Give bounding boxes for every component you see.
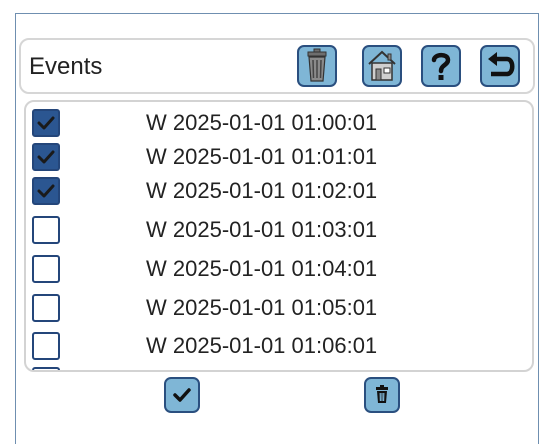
event-checkbox[interactable] (32, 255, 60, 283)
delete-all-button[interactable] (297, 45, 337, 87)
list-item[interactable]: W 2025-01-01 01:01:01 (26, 140, 532, 174)
checkmark-icon (37, 150, 55, 164)
event-text: W 2025-01-01 01:02:01 (146, 178, 378, 203)
checkmark-icon (37, 116, 55, 130)
page-title: Events (29, 53, 103, 80)
home-icon (368, 50, 396, 81)
delete-selected-button[interactable] (364, 377, 400, 413)
back-button[interactable] (480, 45, 520, 87)
list-item[interactable]: W 2025-01-01 01:05:01 (26, 291, 532, 325)
checkmark-icon (37, 184, 55, 198)
list-item[interactable]: W 2025-01-01 01:00:01 (26, 106, 532, 140)
event-text: W 2025-01-01 01:01:01 (146, 144, 378, 169)
help-button[interactable] (421, 45, 461, 87)
list-item[interactable]: W 2025-01-01 01:04:01 (26, 252, 532, 286)
list-item[interactable]: W 2025-01-01 01:02:01 (26, 174, 532, 208)
event-checkbox[interactable] (32, 294, 60, 322)
event-checkbox[interactable] (32, 143, 60, 171)
checkmark-icon (173, 388, 191, 402)
event-text: W 2025-01-01 01:05:01 (146, 295, 378, 320)
back-arrow-icon (488, 52, 515, 77)
event-checkbox[interactable] (32, 216, 60, 244)
question-mark-icon (431, 52, 451, 80)
event-checkbox[interactable] (32, 109, 60, 137)
event-list[interactable]: W 2025-01-01 01:00:01 W 2025-01-01 01:01… (24, 100, 534, 372)
event-text: W 2025-01-01 01:04:01 (146, 256, 378, 281)
event-text: W 2025-01-01 01:03:01 (146, 217, 378, 242)
trash-icon (376, 385, 388, 403)
home-button[interactable] (362, 45, 402, 87)
header-bar: Events (19, 38, 535, 94)
list-item[interactable]: W 2025-01-01 01:03:01 (26, 213, 532, 247)
select-all-button[interactable] (164, 377, 200, 413)
partial-checkbox (32, 367, 60, 370)
event-checkbox[interactable] (32, 177, 60, 205)
event-text: W 2025-01-01 01:06:01 (146, 333, 378, 358)
event-text: W 2025-01-01 01:00:01 (146, 110, 378, 135)
trash-icon (307, 48, 327, 82)
event-checkbox[interactable] (32, 332, 60, 360)
list-item[interactable]: W 2025-01-01 01:06:01 (26, 329, 532, 363)
